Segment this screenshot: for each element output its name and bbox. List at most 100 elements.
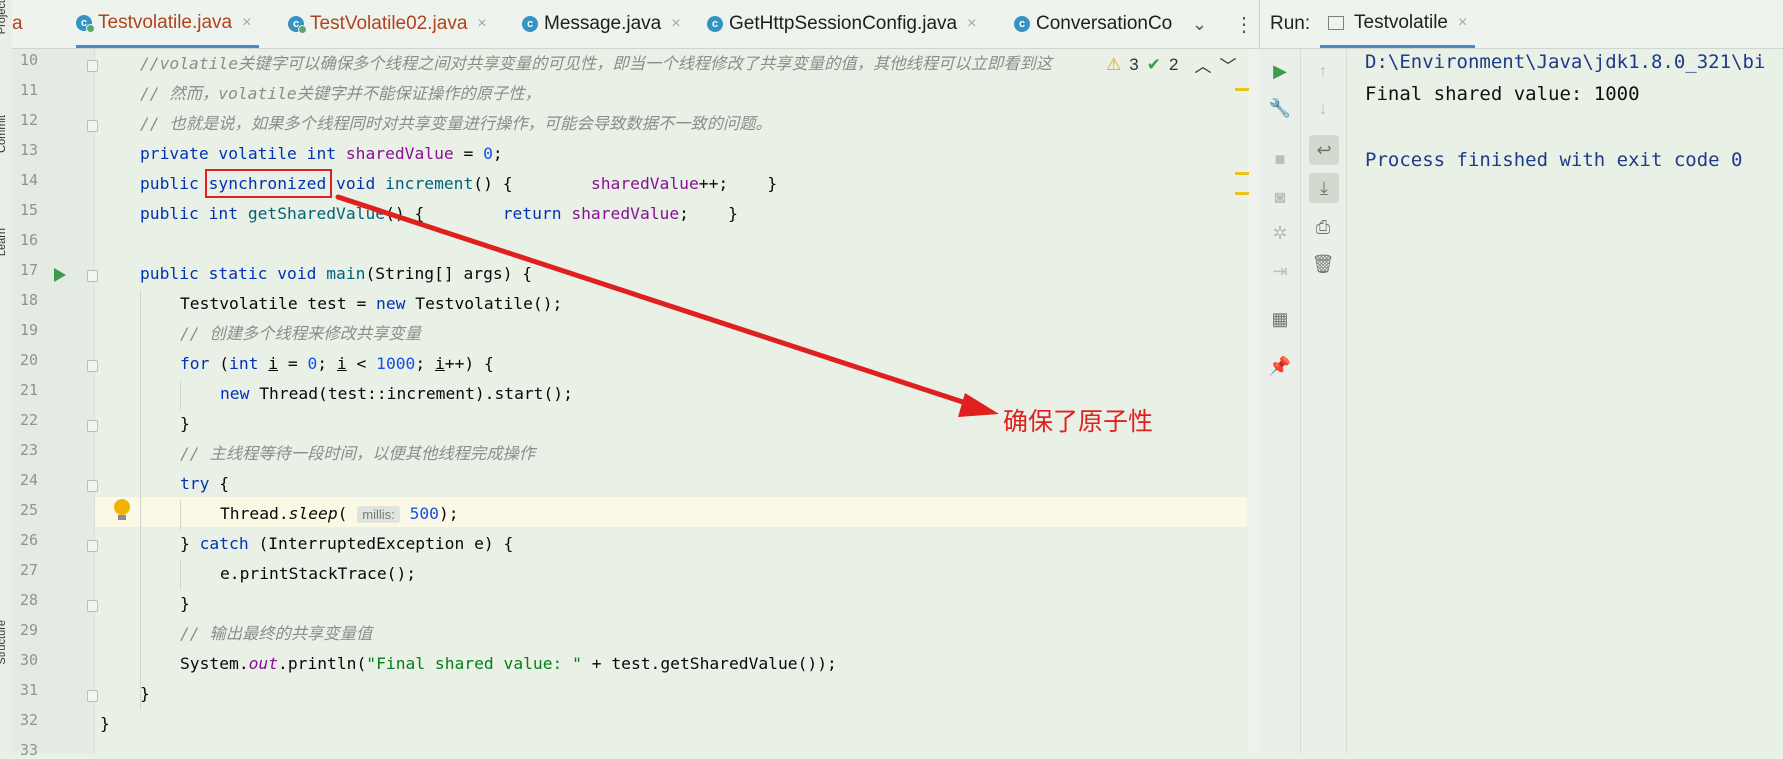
chevron-down-icon[interactable]: ﹀ (1219, 52, 1236, 77)
code-line-21: new Thread(test::increment).start(); (220, 384, 573, 403)
tab-label: GetHttpSessionConfig.java (729, 13, 958, 34)
close-icon[interactable]: × (477, 15, 486, 33)
soft-wrap-icon[interactable]: ↩ (1309, 135, 1339, 165)
java-class-icon: c (76, 14, 95, 33)
java-class-icon: c (522, 16, 538, 32)
arrow-down-icon[interactable]: ↓ (1311, 96, 1335, 120)
tab-label: a (12, 13, 23, 34)
code-line-30: System.out.println("Final shared value: … (180, 654, 837, 673)
code-line-20: for (int i = 0; i < 1000; i++) { (180, 354, 494, 373)
tab-testvolatile02[interactable]: c TestVolatile02.java × (288, 0, 487, 48)
debug-icon[interactable]: ✲ (1268, 221, 1292, 245)
close-icon[interactable]: × (242, 14, 251, 32)
close-icon[interactable]: × (967, 15, 976, 33)
close-icon[interactable]: × (1458, 14, 1467, 32)
chevron-down-icon[interactable]: ⌄ (1192, 0, 1207, 48)
line-number: 11 (19, 81, 38, 99)
inspection-widget[interactable]: ⚠ 3 ✔ 2 ︿ ﹀ (1106, 52, 1236, 77)
chevron-up-icon[interactable]: ︿ (1194, 52, 1211, 77)
console-line-output: Final shared value: 1000 (1365, 83, 1640, 105)
warning-count: 3 (1129, 54, 1139, 74)
line-number: 22 (19, 411, 38, 429)
arrow-up-icon[interactable]: ↑ (1311, 59, 1335, 83)
layout-icon[interactable]: ▦ (1268, 307, 1292, 331)
line-number: 28 (19, 591, 38, 609)
scroll-warning-mark[interactable] (1235, 192, 1249, 195)
line-number: 26 (19, 531, 38, 549)
console-output[interactable]: D:\Environment\Java\jdk1.8.0_321\bi Fina… (1347, 49, 1783, 753)
print-icon[interactable]: ⎙ (1311, 215, 1335, 239)
editor-scrollbar[interactable] (1247, 49, 1259, 753)
line-number: 31 (19, 681, 38, 699)
pin-icon[interactable]: 📌 (1268, 354, 1292, 378)
line-number: 25 (19, 501, 38, 519)
more-vertical-icon[interactable]: ⋮ (1234, 0, 1254, 48)
tab-label: Message.java (544, 13, 662, 34)
java-class-icon: c (1014, 16, 1030, 32)
editor-tab-bar: a c Testvolatile.java × c TestVolatile02… (12, 0, 1259, 49)
tab-truncated[interactable]: a (12, 0, 33, 48)
run-label: Run: (1270, 13, 1311, 34)
code-line-17: public static void main(String[] args) { (140, 264, 533, 283)
line-number: 14 (19, 171, 38, 189)
code-editor[interactable]: //volatile关键字可以确保多个线程之间对共享变量的可见性，即当一个线程修… (95, 49, 1245, 753)
scroll-warning-mark[interactable] (1235, 88, 1249, 91)
line-number: 32 (19, 711, 38, 729)
annotation-text: 确保了原子性 (1003, 407, 1154, 436)
tab-message[interactable]: c Message.java × (522, 0, 681, 48)
line-number: 24 (19, 471, 38, 489)
string-literal: "Final shared value: " (366, 654, 582, 673)
run-tab-label: Testvolatile (1354, 11, 1448, 33)
code-line-19: // 创建多个线程来修改共享变量 (180, 319, 421, 349)
run-toolbar-secondary: ↑ ↓ ↩ ⤓ ⎙ 🗑 (1301, 49, 1347, 753)
tab-gethttpsessionconfig[interactable]: c GetHttpSessionConfig.java × (707, 0, 976, 48)
run-tool-window-header: Run: Testvolatile × (1259, 0, 1783, 49)
trash-icon[interactable]: 🗑 (1311, 252, 1335, 276)
comment: // 主线程等待一段时间，以便其他线程完成操作 (180, 444, 536, 463)
comment: // 输出最终的共享变量值 (180, 624, 373, 643)
console-line-exit: Process finished with exit code 0 (1365, 149, 1743, 171)
rerun-icon[interactable]: ▶ (1268, 59, 1292, 83)
warning-icon: ⚠ (1106, 54, 1122, 74)
code-line-26: } catch (InterruptedException e) { (180, 534, 514, 553)
line-number: 29 (19, 621, 38, 639)
close-icon[interactable]: × (671, 15, 680, 33)
scroll-to-end-icon[interactable]: ⤓ (1309, 173, 1339, 203)
stop-icon[interactable]: ■ (1268, 147, 1292, 171)
console-icon (1328, 15, 1344, 30)
line-number: 15 (19, 201, 38, 219)
console-line-command: D:\Environment\Java\jdk1.8.0_321\bi (1365, 51, 1766, 73)
code-line-13: private volatile int sharedValue = 0; (140, 144, 503, 163)
code-line-24: try { (180, 474, 230, 493)
run-toolbar-primary: ▶ 🔧 ■ ◙ ✲ ⇥ ▦ 📌 (1260, 49, 1301, 753)
structure-tool-tab[interactable]: Structure (0, 620, 8, 665)
tab-label: TestVolatile02.java (310, 13, 468, 34)
commit-tool-tab[interactable]: Commit (0, 115, 8, 153)
line-number: 30 (19, 651, 38, 669)
code-line-10: //volatile关键字可以确保多个线程之间对共享变量的可见性，即当一个线程修… (140, 49, 1052, 79)
scroll-warning-mark[interactable] (1235, 172, 1249, 175)
tab-label: Testvolatile.java (98, 11, 233, 33)
code-line-32: } (100, 714, 110, 733)
code-line-29: // 输出最终的共享变量值 (180, 619, 372, 649)
comment: // 创建多个线程来修改共享变量 (180, 324, 422, 343)
line-number: 16 (19, 231, 38, 249)
camera-icon[interactable]: ◙ (1268, 185, 1292, 209)
tab-conversationconfig[interactable]: c ConversationCo (1014, 0, 1184, 48)
check-icon: ✔ (1146, 54, 1161, 74)
run-tab-testvolatile[interactable]: Testvolatile × (1320, 0, 1476, 48)
parameter-hint: millis: (357, 506, 400, 523)
comment: //volatile关键字可以确保多个线程之间对共享变量的可见性，即当一个线程修… (140, 54, 1053, 73)
wrench-icon[interactable]: 🔧 (1268, 96, 1292, 120)
learn-tool-tab[interactable]: Learn (0, 228, 8, 256)
tab-testvolatile[interactable]: c Testvolatile.java × (76, 0, 260, 48)
code-line-18: Testvolatile test = new Testvolatile(); (180, 294, 563, 313)
code-line-28: } (180, 594, 190, 613)
line-number: 18 (19, 291, 38, 309)
project-tool-tab[interactable]: Project (0, 0, 8, 34)
code-line-11: // 然而，volatile关键字并不能保证操作的原子性， (140, 79, 541, 109)
line-number: 20 (19, 351, 38, 369)
line-number: 12 (19, 111, 38, 129)
login-icon[interactable]: ⇥ (1268, 259, 1292, 283)
run-main-gutter-icon[interactable] (54, 268, 66, 282)
